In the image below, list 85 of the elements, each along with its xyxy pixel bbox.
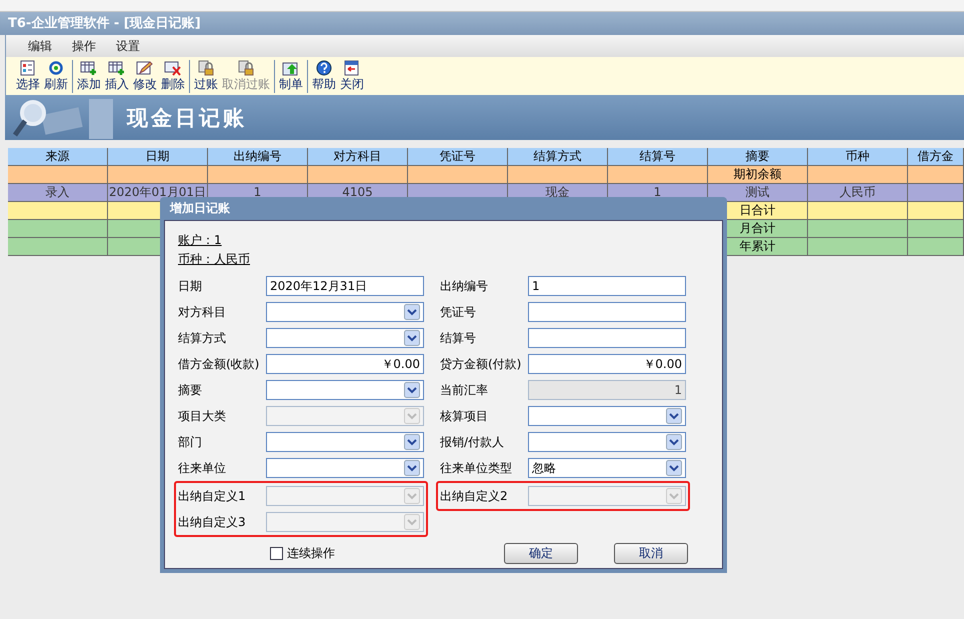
toolbar-button[interactable]: 删除: [161, 60, 185, 93]
column-header: 结算号: [608, 148, 708, 166]
close-icon: [343, 60, 361, 76]
column-header: 来源: [8, 148, 108, 166]
table-cell: 测试: [708, 184, 808, 202]
dropdown-field[interactable]: [528, 406, 686, 426]
column-header: 对方科目: [308, 148, 408, 166]
dropdown-field[interactable]: [266, 432, 424, 452]
currency-text: 币种：人民币: [178, 251, 250, 268]
field-label: 部门: [178, 434, 203, 450]
column-header: 结算方式: [508, 148, 608, 166]
delete-icon: [164, 60, 182, 76]
toolbar-button[interactable]: 插入: [105, 60, 129, 93]
input-field[interactable]: ￥0.00: [528, 354, 686, 374]
field-label: 借方金额(收款): [178, 356, 260, 372]
dropdown-field[interactable]: [266, 458, 424, 478]
field-label: 凭证号: [440, 304, 477, 320]
column-header: 凭证号: [408, 148, 508, 166]
table-cell: 人民币: [808, 184, 908, 202]
column-header: 出纳编号: [208, 148, 308, 166]
refresh-icon: [47, 60, 65, 76]
toolbar-button[interactable]: 帮助: [312, 60, 336, 93]
dropdown-field[interactable]: [266, 302, 424, 322]
export-icon: [282, 60, 300, 76]
field-label: 出纳自定义3: [178, 514, 247, 530]
account-text: 账户：1: [178, 232, 222, 249]
column-header: 日期: [108, 148, 208, 166]
field-label: 出纳编号: [440, 278, 489, 294]
input-field[interactable]: 2020年12月31日: [266, 276, 424, 296]
table-cell: [908, 166, 964, 184]
lock-icon: [237, 60, 255, 76]
dropdown-field[interactable]: [266, 380, 424, 400]
column-header: 借方金: [908, 148, 964, 166]
checkbox-label: 连续操作: [287, 545, 335, 562]
input-field[interactable]: [528, 302, 686, 322]
menu-item[interactable]: 编辑: [28, 38, 52, 54]
edit-icon: [136, 60, 154, 76]
lock-icon: [197, 60, 215, 76]
toolbar-button[interactable]: 选择: [16, 60, 40, 93]
field-label: 出纳自定义1: [178, 488, 247, 504]
field-label: 出纳自定义2: [440, 488, 509, 504]
column-header: 摘要: [708, 148, 808, 166]
dialog-title: 增加日记账: [168, 200, 231, 217]
table-plus-icon: [108, 60, 126, 76]
input-field[interactable]: [528, 328, 686, 348]
field-label: 摘要: [178, 382, 203, 398]
ok-button[interactable]: 确定: [504, 543, 578, 564]
field-label: 日期: [178, 278, 203, 294]
input-field[interactable]: 1: [528, 276, 686, 296]
table-cell: [908, 202, 964, 220]
field-label: 结算号: [440, 330, 477, 346]
field-label: 贷方金额(付款): [440, 356, 522, 372]
menu-item[interactable]: 设置: [116, 38, 140, 54]
toolbar-button[interactable]: 制单: [279, 60, 303, 93]
toolbar-button[interactable]: 过账: [194, 60, 218, 93]
table-cell: 期初余额: [708, 166, 808, 184]
table-cell: [908, 238, 964, 256]
checklist-icon: [19, 60, 37, 76]
toolbar-button[interactable]: 添加: [77, 60, 101, 93]
dropdown-field[interactable]: [266, 328, 424, 348]
field-label: 往来单位: [178, 460, 227, 476]
column-header: 币种: [808, 148, 908, 166]
table-plus-icon: [80, 60, 98, 76]
cancel-button[interactable]: 取消: [614, 543, 688, 564]
dropdown-field[interactable]: [528, 432, 686, 452]
dropdown-field[interactable]: 忽略: [528, 458, 686, 478]
field-label: 当前汇率: [440, 382, 489, 398]
toolbar-button[interactable]: 刷新: [44, 60, 68, 93]
field-label: 报销/付款人: [440, 434, 506, 450]
field-label: 结算方式: [178, 330, 227, 346]
table-cell: [908, 184, 964, 202]
toolbar-button[interactable]: 修改: [133, 60, 157, 93]
field-label: 对方科目: [178, 304, 227, 320]
input-field[interactable]: ￥0.00: [266, 354, 424, 374]
menu-item[interactable]: 操作: [72, 38, 96, 54]
page-title: 现金日记账: [127, 104, 247, 132]
field-label: 项目大类: [178, 408, 227, 424]
toolbar-button[interactable]: 关闭: [340, 60, 364, 93]
help-icon: [315, 60, 333, 76]
window-title: T6-企业管理软件 - [现金日记账]: [0, 12, 964, 35]
table-cell: 录入: [8, 184, 108, 202]
table-cell: [908, 220, 964, 238]
field-label: 往来单位类型: [440, 460, 513, 476]
field-label: 核算项目: [440, 408, 489, 424]
checkbox[interactable]: [270, 547, 283, 560]
